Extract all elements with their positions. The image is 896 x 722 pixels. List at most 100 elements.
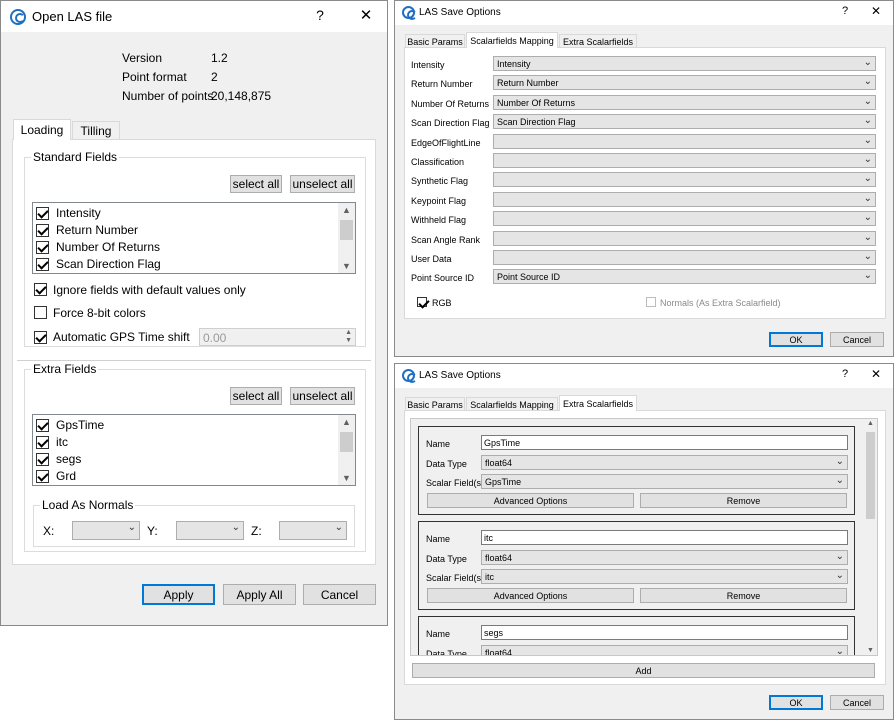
help-button[interactable]: ? [306,7,334,27]
title-bar: LAS Save Options ? ✕ [395,364,893,388]
apply-button[interactable]: Apply [142,584,215,605]
combo-value: Return Number [497,78,559,88]
normal-y-label: Y: [147,524,158,538]
scalar-field-combo[interactable]: itc ⌄ [481,569,848,584]
name-field[interactable]: segs [481,625,848,640]
checkbox[interactable] [36,241,49,254]
scroll-thumb[interactable] [340,432,353,452]
normal-y-combo[interactable]: ⌄ [176,521,244,540]
extra-unselect-all-button[interactable]: unselect all [290,387,355,405]
combo-value: float64 [485,553,513,563]
checkbox[interactable] [36,436,49,449]
scroll-up-icon[interactable]: ▲ [338,417,355,427]
row-combo[interactable]: ⌄ [493,250,876,265]
data-type-combo[interactable]: float64 ⌄ [481,455,848,470]
list-item-label: Grd [56,469,77,483]
advanced-options-button[interactable]: Advanced Options [427,493,634,508]
scroll-thumb[interactable] [340,220,353,240]
gps-shift-spinbox[interactable]: 0.00 ▲ ▼ [199,328,356,346]
scroll-down-icon[interactable]: ▼ [864,647,877,654]
chevron-down-icon: ⌄ [835,551,844,562]
row-combo[interactable]: ⌄ [493,153,876,168]
advanced-options-button[interactable]: Advanced Options [427,588,634,603]
help-button[interactable]: ? [835,5,855,21]
ok-button[interactable]: OK [769,332,823,347]
row-combo[interactable]: Scan Direction Flag ⌄ [493,114,876,129]
add-button[interactable]: Add [412,663,875,678]
standard-select-all-button[interactable]: select all [230,175,282,193]
row-combo[interactable]: Point Source ID ⌄ [493,269,876,284]
chevron-down-icon: ⌄ [863,96,872,107]
las-save-options-extra-dialog: LAS Save Options ? ✕ Basic Params Scalar… [394,363,894,720]
help-button[interactable]: ? [835,368,855,384]
tab-tilling[interactable]: Tilling [72,121,120,140]
extra-fields-group: Extra Fields select all unselect all Gps… [24,362,366,552]
scroll-down-icon[interactable]: ▼ [338,261,355,271]
apply-all-button[interactable]: Apply All [223,584,296,605]
checkbox[interactable] [36,453,49,466]
scroll-down-icon[interactable]: ▼ [338,473,355,483]
chevron-down-icon: ⌄ [863,232,872,243]
row-combo[interactable]: Return Number ⌄ [493,75,876,90]
scalar-fields-label: Scalar Field(s) [426,573,485,583]
ignore-default-checkbox[interactable] [34,283,47,296]
tab-extra-scalarfields[interactable]: Extra Scalarfields [559,395,637,411]
checkbox[interactable] [36,258,49,271]
title-bar: Open LAS file ? ✕ [1,1,387,32]
chevron-down-icon: ⌄ [127,522,136,533]
row-combo[interactable]: ⌄ [493,192,876,207]
row-label: Withheld Flag [411,215,467,225]
tab-basic-params[interactable]: Basic Params [405,34,465,48]
vertical-scrollbar[interactable]: ▲ ▼ [338,203,355,273]
vertical-scrollbar[interactable]: ▲ ▼ [338,415,355,485]
row-combo[interactable]: ⌄ [493,211,876,226]
vertical-scrollbar[interactable]: ▲ ▼ [864,419,877,655]
spin-arrows-icon[interactable]: ▲ ▼ [345,329,352,345]
name-field[interactable]: GpsTime [481,435,848,450]
name-field[interactable]: itc [481,530,848,545]
scroll-up-icon[interactable]: ▲ [338,205,355,215]
close-button[interactable]: ✕ [865,4,887,20]
cancel-button[interactable]: Cancel [830,695,884,710]
tab-loading[interactable]: Loading [13,119,71,140]
row-combo[interactable]: Intensity ⌄ [493,56,876,71]
data-type-combo[interactable]: float64 ⌄ [481,645,848,655]
row-label: Point Source ID [411,273,475,283]
force-8bit-checkbox[interactable] [34,306,47,319]
close-button[interactable]: ✕ [351,6,381,26]
info-num-points-label: Number of points [122,89,214,103]
normals-checkbox[interactable] [646,297,656,307]
checkbox[interactable] [36,224,49,237]
tab-scalarfields-mapping[interactable]: Scalarfields Mapping [466,32,558,48]
list-item-label: Scan Direction Flag [56,257,161,271]
checkbox[interactable] [36,419,49,432]
scroll-up-icon[interactable]: ▲ [864,420,877,427]
cloudcompare-logo-icon [402,6,417,20]
row-combo[interactable]: ⌄ [493,172,876,187]
scalar-field-combo[interactable]: GpsTime ⌄ [481,474,848,489]
standard-unselect-all-button[interactable]: unselect all [290,175,355,193]
scroll-thumb[interactable] [866,432,875,519]
tab-basic-params[interactable]: Basic Params [405,397,465,411]
loading-panel: Standard Fields select all unselect all … [12,139,376,565]
rgb-checkbox[interactable] [417,297,427,307]
tab-scalarfields-mapping[interactable]: Scalarfields Mapping [466,397,558,411]
gps-shift-checkbox[interactable] [34,331,47,344]
extra-fields-list: GpsTime itc segs Grd ▲ ▼ [32,414,356,486]
cancel-button[interactable]: Cancel [303,584,376,605]
normal-x-combo[interactable]: ⌄ [72,521,140,540]
tab-extra-scalarfields[interactable]: Extra Scalarfields [559,34,637,48]
row-combo[interactable]: ⌄ [493,231,876,246]
ok-button[interactable]: OK [769,695,823,710]
checkbox[interactable] [36,470,49,483]
row-combo[interactable]: ⌄ [493,134,876,149]
cancel-button[interactable]: Cancel [830,332,884,347]
data-type-combo[interactable]: float64 ⌄ [481,550,848,565]
remove-button[interactable]: Remove [640,588,847,603]
close-button[interactable]: ✕ [865,367,887,383]
extra-select-all-button[interactable]: select all [230,387,282,405]
row-combo[interactable]: Number Of Returns ⌄ [493,95,876,110]
checkbox[interactable] [36,207,49,220]
remove-button[interactable]: Remove [640,493,847,508]
normal-z-combo[interactable]: ⌄ [279,521,347,540]
